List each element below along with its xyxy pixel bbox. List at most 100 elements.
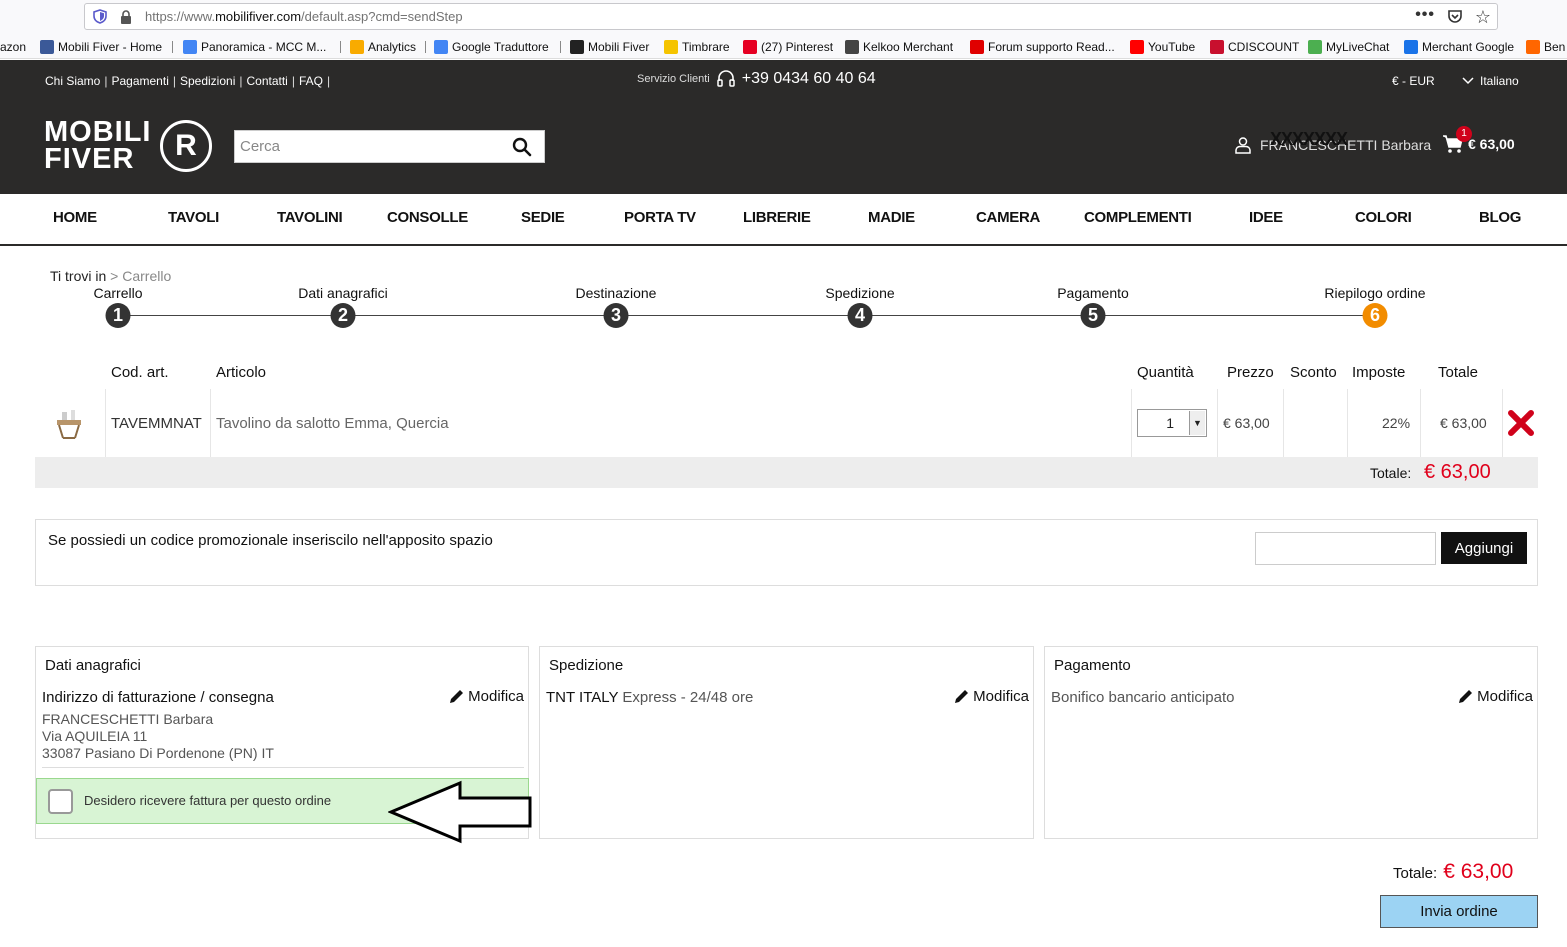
- link-pagamenti[interactable]: Pagamenti: [107, 74, 172, 88]
- product-total: € 63,00: [1440, 415, 1487, 431]
- edit-payment-button[interactable]: Modifica: [1457, 687, 1533, 705]
- box-title: Spedizione: [549, 657, 624, 674]
- phone-number[interactable]: +39 0434 60 40 64: [742, 70, 876, 88]
- pencil-icon: [450, 690, 464, 703]
- nav-item-sedie[interactable]: SEDIE: [521, 209, 565, 226]
- shield-icon[interactable]: [93, 9, 107, 24]
- bookmark-favicon-icon: [1130, 40, 1144, 54]
- product-thumbnail[interactable]: [53, 389, 85, 457]
- bookmark-favicon-icon: [1526, 40, 1540, 54]
- link-spedizioni[interactable]: Spedizioni: [176, 74, 239, 88]
- search-input[interactable]: [235, 131, 505, 162]
- nav-item-complementi[interactable]: COMPLEMENTI: [1084, 209, 1192, 226]
- product-name[interactable]: Tavolino da salotto Emma, Quercia: [216, 389, 449, 457]
- bookmark-item[interactable]: Merchant Google: [1404, 39, 1514, 55]
- link-contatti[interactable]: Contatti: [242, 74, 291, 88]
- search-icon[interactable]: [512, 137, 532, 157]
- bookmark-item[interactable]: Kelkoo Merchant: [845, 39, 953, 55]
- link-chi-siamo[interactable]: Chi Siamo: [45, 74, 104, 88]
- send-order-button[interactable]: Invia ordine: [1380, 895, 1538, 928]
- product-image[interactable]: [53, 406, 85, 440]
- bookmark-label: (27) Pinterest: [761, 40, 834, 54]
- edit-personal-button[interactable]: Modifica: [448, 687, 524, 705]
- bookmark-favicon-icon: [1404, 40, 1418, 54]
- bookmark-item[interactable]: MyLiveChat: [1308, 39, 1389, 55]
- bookmark-label: Kelkoo Merchant: [863, 40, 954, 54]
- search-box: [234, 130, 545, 163]
- promo-instructions: Se possiedi un codice promozionale inser…: [48, 532, 493, 549]
- add-promo-button[interactable]: Aggiungi: [1441, 532, 1527, 564]
- bookmark-item[interactable]: Mobili Fiver - Home: [40, 39, 162, 55]
- nav-item-home[interactable]: HOME: [53, 209, 97, 226]
- nav-item-blog[interactable]: BLOG: [1479, 209, 1521, 226]
- nav-item-camera[interactable]: CAMERA: [976, 209, 1040, 226]
- nav-item-consolle[interactable]: CONSOLLE: [387, 209, 468, 226]
- breadcrumb-current[interactable]: Carrello: [122, 268, 171, 284]
- step-label: Spedizione: [825, 285, 895, 301]
- link-faq[interactable]: FAQ: [295, 74, 327, 88]
- bookmark-label: Analytics: [368, 40, 417, 54]
- bookmark-label: Timbrare: [682, 40, 730, 54]
- address-bar[interactable]: https://www.mobilifiver.com/default.asp?…: [84, 3, 1498, 30]
- nav-item-librerie[interactable]: LIBRERIE: [743, 209, 811, 226]
- site-header: MOBILIFIVER R FRANCESCHETTI Barbara XXXX…: [0, 98, 1567, 194]
- bookmark-separator: [172, 41, 173, 53]
- nav-item-tavolini[interactable]: TAVOLINI: [277, 209, 343, 226]
- user-icon: [1235, 137, 1251, 154]
- bookmark-item[interactable]: Analytics: [350, 39, 416, 55]
- remove-item-button[interactable]: [1508, 389, 1534, 457]
- invoice-checkbox[interactable]: [48, 789, 73, 814]
- bookmark-item[interactable]: Panoramica - MCC M...: [183, 39, 326, 55]
- cart-button[interactable]: 1 € 63,00: [1442, 126, 1515, 154]
- pencil-icon: [955, 690, 969, 703]
- product-code: TAVEMMNAT: [111, 414, 202, 432]
- steps-progress-line: [118, 315, 1376, 316]
- quantity-select[interactable]: 1 ▼: [1137, 409, 1207, 437]
- bookmark-label: CDISCOUNT: [1228, 40, 1300, 54]
- step-number: 2: [330, 303, 356, 328]
- step-number: 5: [1080, 303, 1106, 328]
- bookmark-label: Mobili Fiver - Home: [58, 40, 163, 54]
- language-selector[interactable]: Italiano: [1462, 74, 1519, 88]
- bookmark-label: Mobili Fiver: [588, 40, 650, 54]
- col-header-article: Articolo: [216, 364, 267, 381]
- bookmark-favicon-icon: [743, 40, 757, 54]
- currency-selector[interactable]: € - EUR: [1392, 74, 1435, 88]
- url-text[interactable]: https://www.mobilifiver.com/default.asp?…: [145, 9, 463, 24]
- bookmark-item[interactable]: Mobili Fiver: [570, 39, 649, 55]
- col-header-code: Cod. art.: [111, 364, 169, 381]
- headset-icon: [717, 70, 735, 87]
- delete-icon[interactable]: [1508, 410, 1534, 436]
- bookmark-item[interactable]: Timbrare: [664, 39, 730, 55]
- bookmark-item[interactable]: Ben: [1526, 39, 1565, 55]
- bookmark-separator: [425, 41, 426, 53]
- edit-shipping-button[interactable]: Modifica: [953, 687, 1029, 705]
- bookmark-item[interactable]: (27) Pinterest: [743, 39, 833, 55]
- nav-item-idee[interactable]: IDEE: [1249, 209, 1283, 226]
- bookmark-item[interactable]: CDISCOUNT: [1210, 39, 1299, 55]
- address-street: Via AQUILEIA 11: [42, 728, 148, 744]
- promo-code-input[interactable]: [1255, 532, 1436, 565]
- nav-item-madie[interactable]: MADIE: [868, 209, 915, 226]
- bookmark-item[interactable]: Google Traduttore: [434, 39, 549, 55]
- nav-item-colori[interactable]: COLORI: [1355, 209, 1412, 226]
- bookmark-favicon-icon: [40, 40, 54, 54]
- bookmark-item[interactable]: azon: [0, 39, 26, 55]
- bookmark-star-icon[interactable]: ☆: [1475, 7, 1491, 28]
- address-name: FRANCESCHETTI Barbara: [42, 711, 214, 727]
- pocket-icon[interactable]: [1447, 9, 1463, 25]
- invoice-label[interactable]: Desidero ricevere fattura per questo ord…: [84, 793, 331, 808]
- col-header-qty: Quantità: [1137, 364, 1194, 381]
- logo-text: MOBILI FIVER: [44, 116, 152, 175]
- site-logo[interactable]: MOBILI FIVER R: [44, 116, 214, 175]
- lock-icon[interactable]: [120, 10, 132, 24]
- bookmark-item[interactable]: YouTube: [1130, 39, 1195, 55]
- bookmark-favicon-icon: [350, 40, 364, 54]
- bookmark-favicon-icon: [434, 40, 448, 54]
- nav-item-tavoli[interactable]: TAVOLI: [168, 209, 219, 226]
- page-actions-icon[interactable]: •••: [1415, 6, 1435, 24]
- bookmark-item[interactable]: Forum supporto Read...: [970, 39, 1115, 55]
- cart-total-label: Totale:: [1370, 465, 1412, 481]
- nav-item-porta-tv[interactable]: PORTA TV: [624, 209, 696, 226]
- user-account[interactable]: FRANCESCHETTI Barbara XXXXXXX: [1234, 129, 1431, 154]
